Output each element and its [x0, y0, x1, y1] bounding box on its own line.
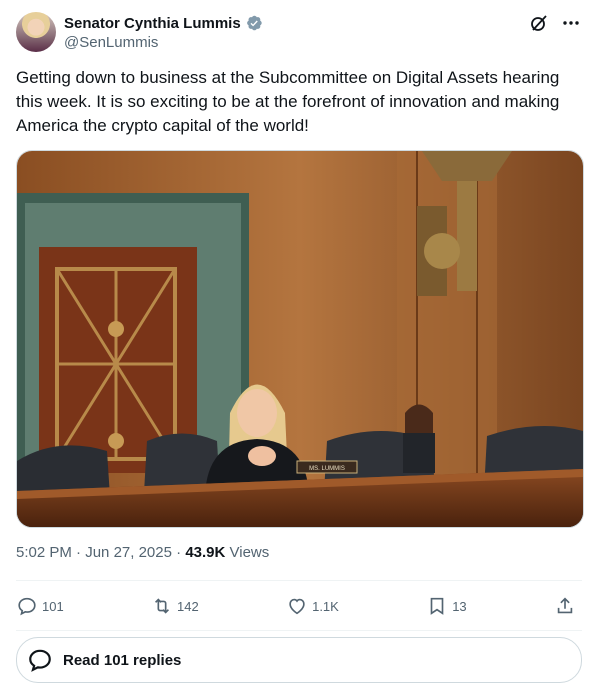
- meta-separator: ·: [176, 544, 182, 561]
- tweet-time[interactable]: 5:02 PM: [16, 544, 72, 561]
- meta-separator: ·: [76, 544, 82, 561]
- top-actions: [528, 12, 582, 34]
- reply-icon: [18, 597, 36, 616]
- like-button[interactable]: 1.1K: [286, 595, 339, 617]
- reply-count: 101: [42, 598, 64, 614]
- like-count: 1.1K: [312, 598, 339, 614]
- bookmark-icon: [430, 597, 444, 615]
- share-button[interactable]: [554, 595, 576, 617]
- bookmark-count: 13: [452, 598, 467, 614]
- tweet-actions: 101 142 1.1K 13: [16, 592, 582, 620]
- divider: [16, 580, 582, 581]
- author-name[interactable]: Senator Cynthia Lummis: [64, 15, 241, 32]
- divider: [16, 630, 582, 631]
- author-handle[interactable]: @SenLummis: [64, 34, 158, 51]
- repost-count: 142: [177, 598, 199, 614]
- tweet-header: Senator Cynthia Lummis @SenLummis: [16, 12, 582, 56]
- reply-bubble-icon: [29, 649, 51, 672]
- author-name-row: Senator Cynthia Lummis: [64, 14, 263, 32]
- nameplate-text: MS. LUMMIS: [309, 466, 345, 472]
- more-options-icon[interactable]: [560, 12, 582, 34]
- tweet-date[interactable]: Jun 27, 2025: [85, 544, 172, 561]
- tweet-photo[interactable]: MS. LUMMIS: [16, 150, 584, 528]
- reply-button[interactable]: 101: [16, 595, 64, 617]
- repost-icon: [155, 598, 170, 614]
- grok-icon[interactable]: [528, 12, 550, 34]
- share-icon: [557, 597, 573, 614]
- read-replies-label: Read 101 replies: [63, 651, 182, 669]
- repost-button[interactable]: 142: [151, 595, 199, 617]
- heart-icon: [289, 598, 305, 615]
- bookmark-button[interactable]: 13: [426, 595, 467, 617]
- tweet-text: Getting down to business at the Subcommi…: [16, 68, 560, 135]
- views-count: 43.9K: [185, 544, 226, 561]
- hearing-photo-illustration: MS. LUMMIS: [17, 151, 583, 527]
- tweet-meta: 5:02 PM · Jun 27, 2025 · 43.9K Views: [16, 544, 269, 561]
- verified-badge-icon: [246, 15, 262, 31]
- views-label: Views: [229, 544, 270, 561]
- read-replies-button[interactable]: Read 101 replies: [16, 637, 582, 683]
- author-avatar[interactable]: [16, 12, 56, 52]
